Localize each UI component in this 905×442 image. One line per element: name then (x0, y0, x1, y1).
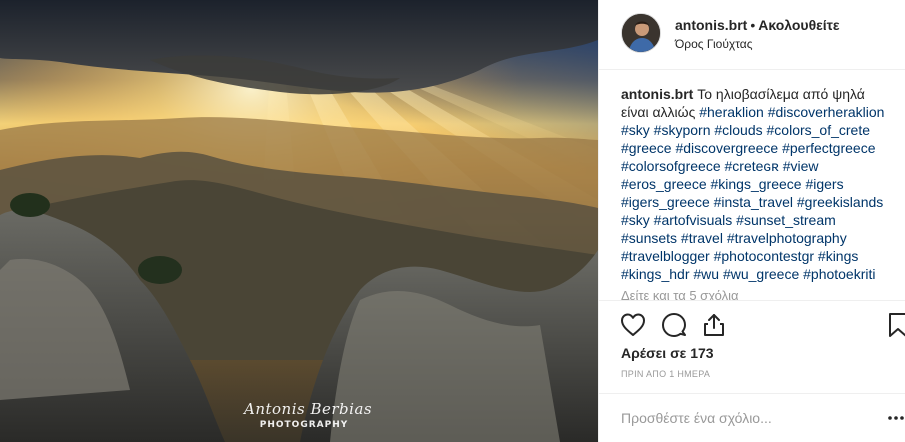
add-comment-bar (599, 393, 905, 442)
action-bar (599, 300, 905, 348)
watermark-subtitle: PHOTOGRAPHY (259, 420, 349, 430)
like-button[interactable] (619, 311, 647, 339)
more-options-button[interactable] (886, 406, 905, 430)
location-link[interactable]: Όρος Γιούχτας (675, 37, 753, 51)
watermark-signature: Antonis Berbias (244, 400, 373, 418)
save-button[interactable] (884, 311, 905, 339)
post-photo[interactable]: Antonis Berbias PHOTOGRAPHY (0, 0, 598, 442)
caption-text: antonis.brt Το ηλιοβασίλεμα από ψηλά είν… (621, 85, 891, 283)
bookmark-icon (889, 313, 905, 337)
caption-hashtags[interactable]: #heraklion #discoverheraklion #sky #skyp… (621, 104, 884, 282)
caption-username-link[interactable]: antonis.brt (621, 86, 693, 102)
comment-button[interactable] (660, 311, 688, 339)
heart-icon (621, 313, 645, 336)
post-side-panel: antonis.brt • Ακολουθείτε Όρος Γιούχτας an… (598, 0, 905, 442)
post-timestamp[interactable]: ΠΡΙΝ ΑΠΟ 1 ΗΜΕΡΑ (621, 368, 710, 380)
more-options-icon (888, 416, 904, 420)
photo-watermark: Antonis Berbias PHOTOGRAPHY (244, 398, 373, 442)
header-separator: • (750, 17, 756, 33)
avatar[interactable] (621, 13, 661, 53)
comment-input[interactable] (621, 406, 861, 430)
comment-icon (662, 313, 686, 337)
sunset-mountain-image (0, 0, 598, 442)
likes-count[interactable]: Αρέσει σε 173 (621, 344, 714, 362)
user-avatar-image (622, 14, 660, 52)
caption-section: antonis.brt Το ηλιοβασίλεμα από ψηλά είν… (621, 85, 891, 300)
following-button[interactable]: Ακολουθείτε (758, 17, 839, 33)
share-icon (704, 314, 724, 336)
share-button[interactable] (700, 311, 728, 339)
post-header: antonis.brt • Ακολουθείτε Όρος Γιούχτας (599, 0, 905, 70)
header-username-link[interactable]: antonis.brt (675, 17, 747, 33)
header-user-line: antonis.brt • Ακολουθείτε (675, 16, 840, 34)
view-all-comments-link[interactable]: Δείτε και τα 5 σχόλια (621, 287, 891, 300)
